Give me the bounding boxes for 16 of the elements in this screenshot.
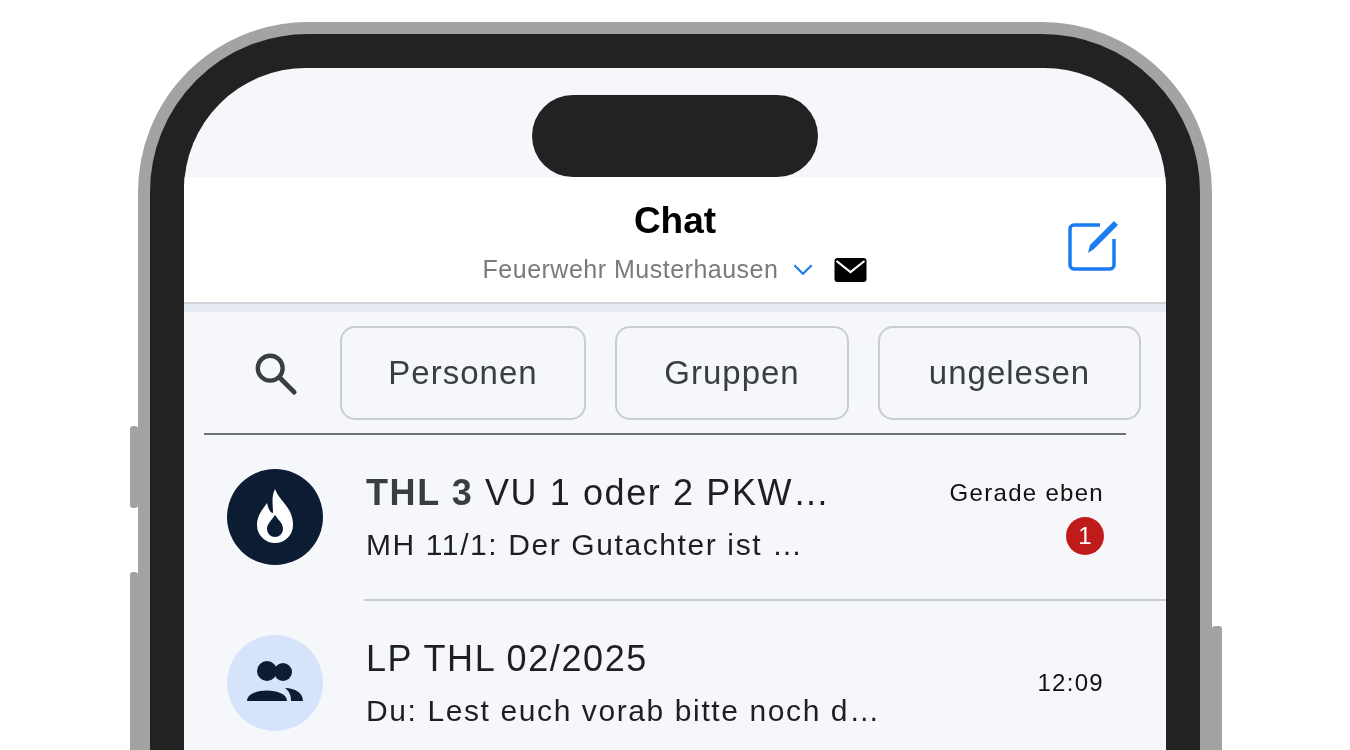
group-avatar-icon	[227, 635, 323, 731]
chat-title: LP THL 02/2025	[366, 638, 649, 680]
flame-avatar-icon	[227, 469, 323, 565]
chevron-down-icon[interactable]	[792, 263, 815, 276]
chat-title: THL 3 VU 1 oder 2 PKW…	[366, 472, 832, 514]
filter-chip[interactable]: Gruppen	[615, 326, 849, 420]
unread-count: 1	[1066, 517, 1104, 555]
envelope-icon[interactable]	[834, 257, 868, 282]
screen-title: Chat	[633, 199, 717, 243]
timestamp: Gerade eben	[949, 479, 1104, 507]
organization-selector[interactable]: Feuerwehr Musterhausen	[482, 255, 779, 284]
timestamp: 12:09	[1037, 669, 1104, 697]
filter-chip[interactable]: ungelesen	[878, 326, 1141, 420]
chat-preview: MH 11/1: Der Gutachter ist …	[366, 528, 805, 562]
chat-preview: Du: Lest euch vorab bitte noch d…	[366, 694, 882, 728]
filter-chip[interactable]: Personen	[340, 326, 586, 420]
